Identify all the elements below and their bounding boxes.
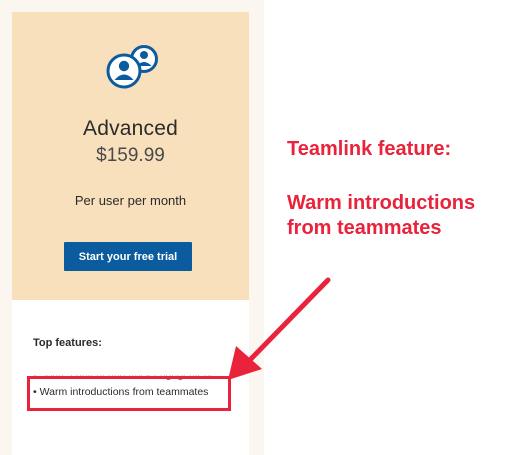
annotation-body: Warm introductions: [287, 192, 476, 214]
annotation-title: Teamlink feature:: [287, 138, 452, 160]
plan-name: Advanced: [82, 117, 178, 140]
highlight-box: [27, 376, 231, 411]
users-icon: [106, 45, 158, 89]
plan-billing-period: Per user per month: [74, 193, 187, 208]
annotation-body: from teammates: [287, 217, 442, 239]
start-free-trial-button[interactable]: Start your free trial: [64, 242, 192, 271]
plan-price: $159.99: [96, 145, 165, 166]
features-heading: Top features:: [33, 337, 102, 349]
